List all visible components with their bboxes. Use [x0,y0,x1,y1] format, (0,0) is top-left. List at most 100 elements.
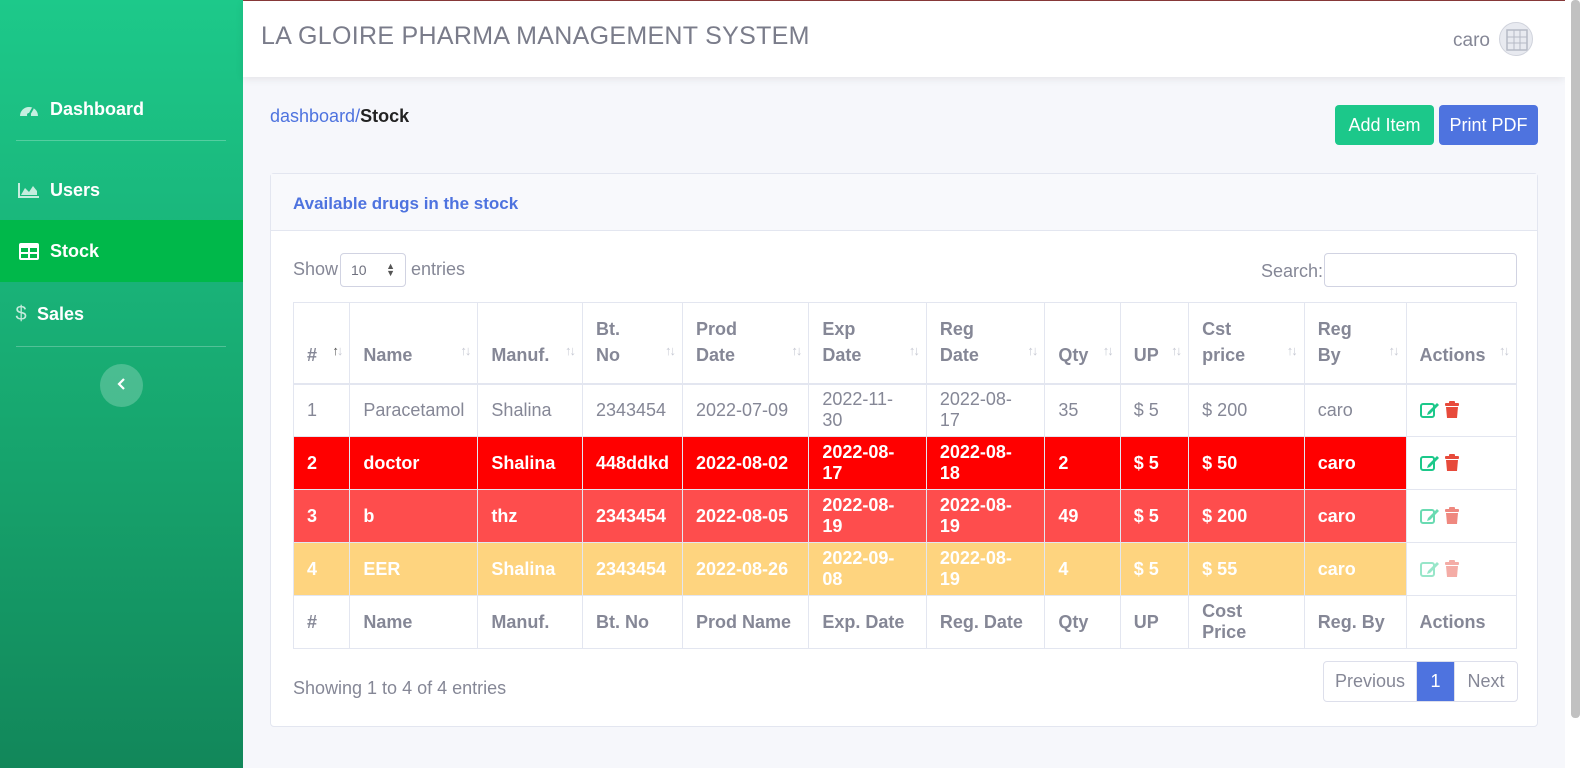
column-header[interactable]: Qty ↑↓ [1044,302,1121,385]
sidebar-divider [16,346,226,347]
table-cell: 2022-08-05 [681,489,810,543]
scrollbar-thumb[interactable] [1571,0,1580,718]
column-footer: Name [349,595,479,649]
app-title: LA GLOIRE PHARMA MANAGEMENT SYSTEM [261,22,810,50]
table-cell: 2022-09-08 [808,542,927,596]
table-cell: thz [477,489,583,543]
page-size-select[interactable]: 10 ▲ ▼ [340,253,406,287]
sort-icon: ↑↓ [665,342,676,358]
column-header[interactable]: Prod Date ↑↓ [681,302,810,385]
search-input[interactable] [1324,253,1517,287]
table-cell: Shalina [477,383,583,437]
delete-icon[interactable] [1444,454,1460,472]
edit-icon[interactable] [1419,401,1440,419]
delete-icon[interactable] [1444,401,1460,419]
column-header-label: Qty [1058,344,1089,365]
column-header[interactable]: Bt. No ↑↓ [581,302,684,385]
column-footer: Manuf. [477,595,583,649]
column-header[interactable]: Actions ↑↓ [1405,302,1517,385]
edit-icon[interactable] [1419,454,1440,472]
table-cell: Paracetamol [349,383,479,437]
stock-table: # ↑↓ Name ↑↓ Manuf. ↑↓ Bt. No ↑↓ Prod Date ↑↓ Exp Dat… [292,302,1517,649]
select-arrows-icon: ▲ ▼ [386,261,395,278]
column-header[interactable]: Reg By ↑↓ [1303,302,1407,385]
table-cell: 4 [1044,542,1121,596]
column-header[interactable]: Name ↑↓ [349,302,479,385]
sort-icon: ↑↓ [1499,342,1510,358]
print-pdf-button[interactable]: Print PDF [1439,105,1538,145]
column-footer: # [292,595,351,649]
table-cell: 2022-08-17 [808,436,927,490]
column-header[interactable]: Manuf. ↑↓ [477,302,583,385]
column-header-label: Prod [696,318,738,339]
column-header-label: Date [696,344,736,365]
column-header[interactable]: Reg Date ↑↓ [925,302,1046,385]
table-cell: 2 [292,436,351,490]
sidebar-item-stock[interactable]: Stock [0,220,243,282]
sort-icon: ↑↓ [1102,342,1114,358]
page-size-value: 10 [351,262,367,278]
avatar[interactable] [1499,22,1533,56]
table-cell: 2343454 [581,489,684,543]
chevron-left-icon [116,377,127,395]
breadcrumb-current: Stock [360,106,410,126]
table-row: 3 b thz 2343454 2022-08-05 2022-08-19 2022-08-… [292,489,1517,543]
column-footer: Qty [1044,595,1121,649]
column-footer: Actions [1405,595,1517,649]
sidebar-toggle-button[interactable] [100,364,143,407]
sidebar-item-label: Users [50,179,101,200]
show-label: Show [293,259,339,279]
previous-page-button[interactable]: Previous [1324,662,1417,701]
column-header-label: Date [939,344,979,365]
table-cell: 35 [1044,383,1121,437]
table-cell: 2022-08-18 [925,436,1046,490]
user-name[interactable]: caro [1453,30,1490,52]
page-scrollbar[interactable] [1565,0,1587,768]
sidebar-item-label: Sales [37,303,85,324]
gauge-icon [18,100,40,118]
table-cell: 2022-08-19 [925,489,1046,543]
sidebar: Dashboard Users Stock $ Sales [0,0,243,768]
sidebar-item-dashboard[interactable]: Dashboard [0,92,243,126]
column-header-label: Cst [1202,318,1232,339]
column-header[interactable]: UP ↑↓ [1119,302,1190,385]
table-cell: 2343454 [581,542,684,596]
column-header-label: Date [822,344,862,365]
column-header-label: Bt. [595,318,620,339]
column-header[interactable]: Exp Date ↑↓ [808,302,927,385]
entries-label: entries [411,259,466,279]
area-chart-icon [18,181,40,199]
delete-icon[interactable] [1444,560,1460,578]
add-item-button[interactable]: Add Item [1335,105,1434,145]
breadcrumb-dashboard-link[interactable]: dashboard [270,106,355,126]
column-footer: Cost Price [1188,595,1305,649]
column-header-label: Name [363,344,413,365]
table-cell: $ 50 [1188,436,1305,490]
table-row: 1 Paracetamol Shalina 2343454 2022-07-09 2022… [292,383,1517,437]
table-cell: 49 [1044,489,1121,543]
table-cell: $ 5 [1119,436,1190,490]
table-cell: 2022-11-30 [808,383,927,437]
table-cell: 4 [292,542,351,596]
sort-icon: ↑↓ [1027,342,1038,358]
delete-icon[interactable] [1444,507,1460,525]
column-header-label: Manuf. [491,344,550,365]
next-page-button[interactable]: Next [1454,662,1517,701]
table-cell: $ 5 [1119,383,1190,437]
sidebar-item-users[interactable]: Users [0,172,243,208]
table-cell: caro [1303,542,1407,596]
sidebar-divider [16,140,226,141]
table-cell: $ 5 [1119,542,1190,596]
column-header[interactable]: Cst price ↑↓ [1188,302,1305,385]
sidebar-item-sales[interactable]: $ Sales [0,296,243,332]
sidebar-item-label: Dashboard [50,98,145,119]
column-header[interactable]: # ↑↓ [292,302,351,385]
edit-icon[interactable] [1419,507,1440,525]
column-footer: Prod Name [681,595,810,649]
pagination: Previous 1 Next [1323,661,1518,702]
edit-icon[interactable] [1419,560,1440,578]
table-cell: caro [1303,383,1407,437]
page-1-button[interactable]: 1 [1417,662,1454,701]
column-footer: Reg. By [1303,595,1407,649]
column-header-label: price [1202,344,1246,365]
